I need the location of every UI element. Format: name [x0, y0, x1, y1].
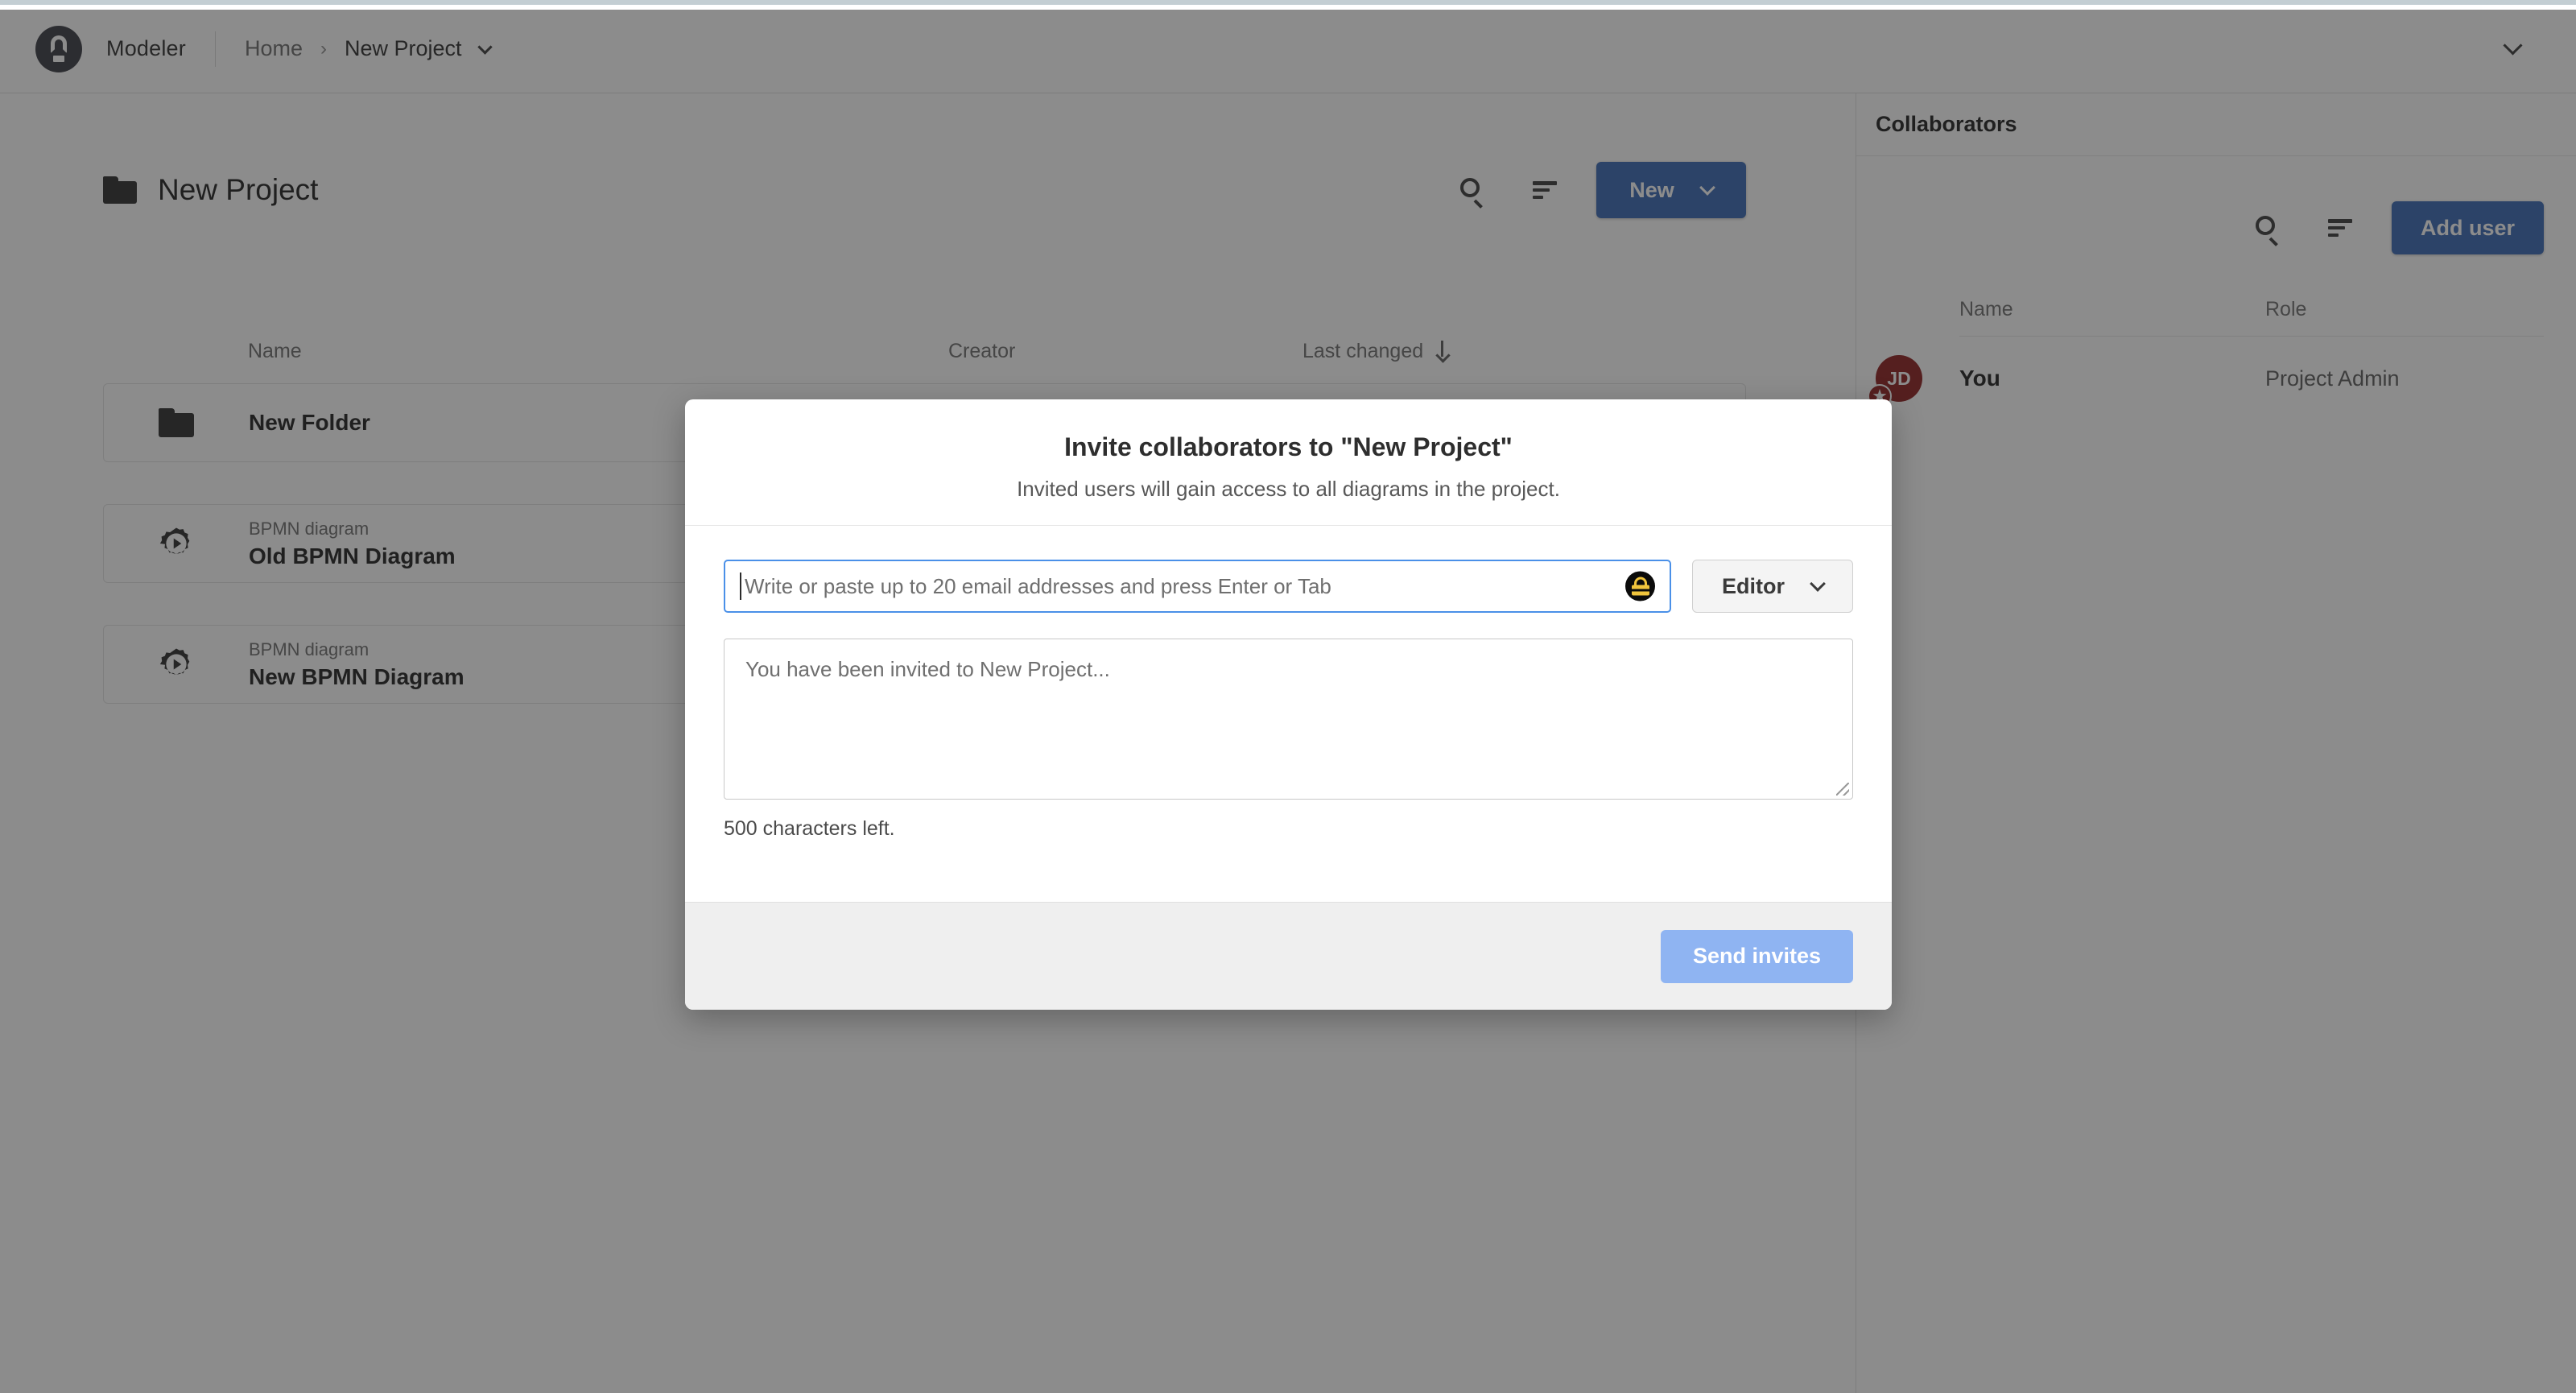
resize-grip-icon[interactable]: [1836, 783, 1849, 796]
role-select[interactable]: Editor: [1692, 560, 1853, 613]
message-textarea[interactable]: You have been invited to New Project...: [724, 639, 1853, 800]
chevron-down-icon: [1810, 575, 1826, 592]
email-input-placeholder: Write or paste up to 20 email addresses …: [745, 573, 1331, 598]
screen: Modeler Home › New Project New Project: [0, 0, 2576, 1393]
character-counter: 500 characters left.: [724, 817, 895, 840]
application: Modeler Home › New Project New Project: [0, 5, 2576, 1393]
email-role-row: Write or paste up to 20 email addresses …: [724, 560, 1853, 613]
bitwarden-lock-icon[interactable]: [1625, 571, 1655, 601]
dialog-title: Invite collaborators to "New Project": [1064, 432, 1513, 461]
message-placeholder: You have been invited to New Project...: [745, 657, 1110, 681]
dialog-header: Invite collaborators to "New Project" In…: [685, 399, 1892, 526]
invite-collaborators-dialog: Invite collaborators to "New Project" In…: [685, 399, 1892, 1010]
dialog-subtitle: Invited users will gain access to all di…: [1017, 477, 1560, 501]
text-caret: [740, 572, 741, 600]
send-invites-button[interactable]: Send invites: [1660, 929, 1853, 983]
dialog-footer: Send invites: [685, 902, 1892, 1010]
dialog-body: Write or paste up to 20 email addresses …: [685, 526, 1892, 902]
email-input[interactable]: Write or paste up to 20 email addresses …: [724, 560, 1671, 613]
role-select-value: Editor: [1722, 573, 1785, 598]
